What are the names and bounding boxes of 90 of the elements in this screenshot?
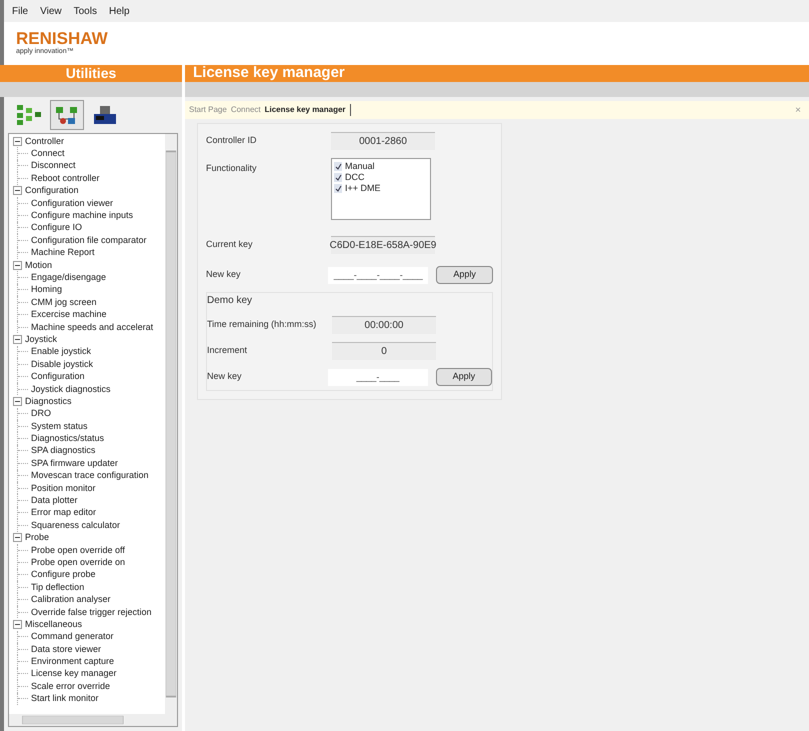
tree-item[interactable]: Controller xyxy=(25,136,64,146)
field-label: Current key xyxy=(206,238,254,252)
tree-item[interactable]: Data plotter xyxy=(31,496,78,506)
machine-icon xyxy=(92,104,118,126)
tree-item[interactable]: Probe open override on xyxy=(31,558,126,567)
tree-item[interactable]: Configure probe xyxy=(31,570,96,580)
network-icon xyxy=(54,104,80,126)
checkbox[interactable] xyxy=(334,184,342,193)
controller-id-value: 0001-2860 xyxy=(331,132,435,150)
tree-item[interactable]: Movescan trace configuration xyxy=(31,471,149,480)
tree-item[interactable]: Error map editor xyxy=(31,508,96,518)
tree-item[interactable]: Miscellaneous xyxy=(25,620,82,629)
tree-item[interactable]: Override false trigger rejection xyxy=(31,608,152,617)
tree-item[interactable]: Scale error override xyxy=(31,682,110,691)
tree-item[interactable]: SPA diagnostics xyxy=(31,446,96,456)
time-remaining-value: 00:00:00 xyxy=(332,316,436,334)
option-label: I++ DME xyxy=(345,182,381,195)
field-label: Time remaining (hh:mm:ss) xyxy=(207,318,318,332)
tree-item[interactable]: Configure IO xyxy=(31,223,82,232)
tree-item[interactable]: Squareness calculator xyxy=(31,520,120,530)
tree-item[interactable]: Excercise machine xyxy=(31,310,107,320)
new-key-field[interactable]: ____-____-____-____ xyxy=(328,266,428,284)
tab[interactable]: Start Page xyxy=(189,104,227,116)
option-label: Manual xyxy=(345,160,375,173)
tree-item[interactable]: Disconnect xyxy=(31,161,76,170)
tree-item[interactable]: Enable joystick xyxy=(31,347,92,356)
demo-key-field[interactable]: ____-____ xyxy=(328,368,428,386)
tree-item[interactable]: Environment capture xyxy=(31,657,114,666)
tree-item[interactable]: Position monitor xyxy=(31,484,96,493)
vertical-scrollbar[interactable] xyxy=(165,134,177,714)
checkbox[interactable] xyxy=(334,173,342,182)
collapse-icon[interactable] xyxy=(13,186,22,196)
tree-item[interactable]: Configuration viewer xyxy=(31,198,114,208)
tree-item[interactable]: Command generator xyxy=(31,632,114,642)
menu-item[interactable]: View xyxy=(40,4,62,18)
field-label: New key xyxy=(207,370,243,384)
collapse-icon[interactable] xyxy=(13,396,22,406)
tree-item[interactable]: Machine speeds and accelerat xyxy=(31,322,154,332)
tab[interactable]: Connect xyxy=(230,104,261,116)
tree-item[interactable]: DRO xyxy=(31,409,51,418)
tree-item[interactable]: Machine Report xyxy=(31,248,95,258)
increment-value: 0 xyxy=(332,342,436,360)
tree-item[interactable]: Probe xyxy=(25,533,50,542)
tree-item[interactable]: Configure machine inputs xyxy=(31,211,134,220)
horizontal-scrollbar[interactable] xyxy=(9,714,177,726)
checkbox[interactable] xyxy=(334,162,342,171)
tree-item[interactable]: License key manager xyxy=(31,669,117,678)
tree-item[interactable]: Motion xyxy=(25,260,52,270)
tree-item[interactable]: Configuration file comparator xyxy=(31,236,147,245)
menu-item[interactable]: Tools xyxy=(74,4,97,18)
collapse-icon[interactable] xyxy=(13,260,22,270)
logo-wordmark: RENISHAW xyxy=(16,30,109,47)
tree-item[interactable]: Engage/disengage xyxy=(31,272,106,282)
tree-item[interactable]: Diagnostics xyxy=(25,396,72,406)
tree-item[interactable]: Calibration analyser xyxy=(31,595,111,604)
group-title: Demo key xyxy=(207,294,254,308)
tree-icon xyxy=(16,104,42,126)
option-label: DCC xyxy=(345,170,364,184)
tree-item[interactable]: SPA firmware updater xyxy=(31,458,118,468)
tree-item[interactable]: Diagnostics/status xyxy=(31,434,104,444)
tree-item[interactable]: Connect xyxy=(31,149,65,158)
tree-item[interactable]: System status xyxy=(31,422,88,431)
tree-item[interactable]: Homing xyxy=(31,285,62,294)
tree-item[interactable]: CMM jog screen xyxy=(31,298,97,307)
collapse-icon[interactable] xyxy=(13,533,22,542)
tree-item[interactable]: Tip deflection xyxy=(31,582,84,592)
tree-item[interactable]: Start link monitor xyxy=(31,694,99,704)
tree-item[interactable]: Joystick diagnostics xyxy=(31,384,111,394)
field-label: Functionality xyxy=(206,162,258,175)
tree-item[interactable]: Probe open override off xyxy=(31,546,125,555)
tree-item[interactable]: Reboot controller xyxy=(31,174,100,183)
tree-item[interactable]: Data store viewer xyxy=(31,644,102,654)
panel-header: Utilities xyxy=(0,65,182,82)
apply-button[interactable]: Apply xyxy=(436,266,493,284)
field-label: Controller ID xyxy=(206,134,258,148)
collapse-icon[interactable] xyxy=(13,620,22,629)
collapse-icon[interactable] xyxy=(13,334,22,344)
tree-item[interactable]: Joystick xyxy=(25,334,58,344)
tree-item[interactable]: Disable joystick xyxy=(31,360,94,369)
tree-item[interactable]: Configuration xyxy=(25,186,79,196)
menu-item[interactable]: Help xyxy=(108,4,130,18)
menu-item[interactable]: File xyxy=(12,4,28,18)
current-key-value: C6D0-E18E-658A-90E9 xyxy=(331,236,435,254)
apply-button[interactable]: Apply xyxy=(436,368,492,386)
tab[interactable]: License key manager xyxy=(264,104,351,116)
page-header: License key manager xyxy=(185,65,809,82)
tree-item[interactable]: Configuration xyxy=(31,372,85,382)
collapse-icon[interactable] xyxy=(13,136,22,146)
field-label: Increment xyxy=(207,344,248,358)
field-label: New key xyxy=(206,268,242,282)
